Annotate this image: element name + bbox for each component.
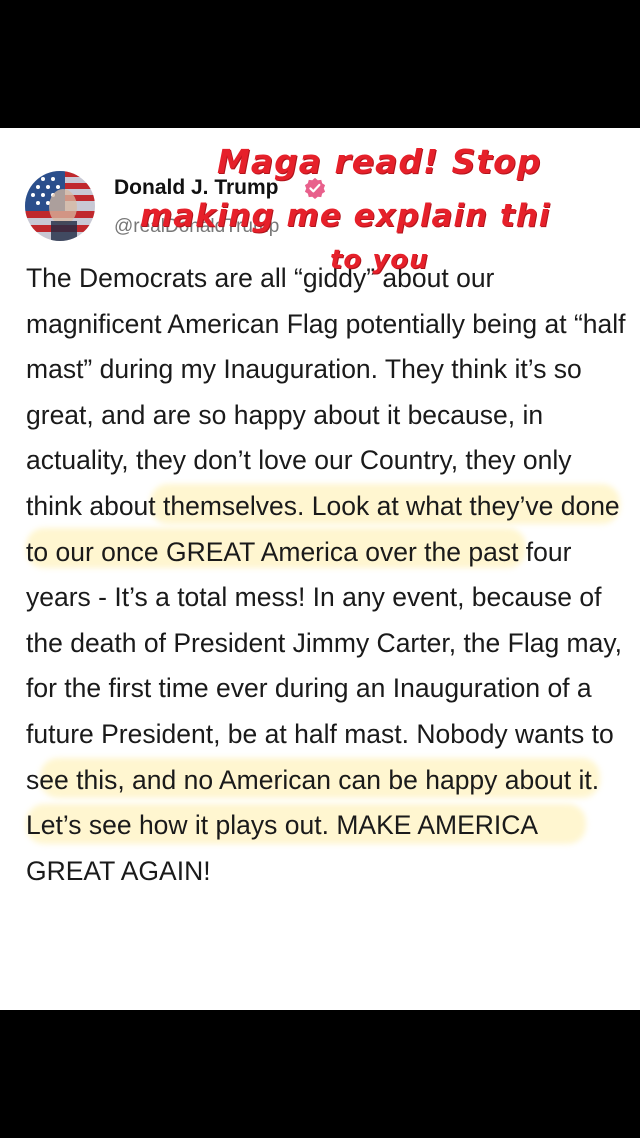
overlay-caption-line: to you	[330, 245, 429, 275]
post-body-text: The Democrats are all “giddy” about our …	[26, 263, 626, 886]
avatar[interactable]	[25, 171, 95, 241]
overlay-caption-line: Maga read! Stop	[217, 142, 542, 181]
bottom-black-bar	[0, 1010, 640, 1138]
top-black-bar	[0, 0, 640, 128]
flag-portrait-avatar	[25, 171, 95, 241]
post-card: Donald J. Trump @realDonaldTrump The Dem…	[0, 128, 640, 1010]
post-body: The Democrats are all “giddy” about our …	[26, 256, 626, 894]
overlay-caption-line: making me explain thi	[140, 198, 551, 234]
